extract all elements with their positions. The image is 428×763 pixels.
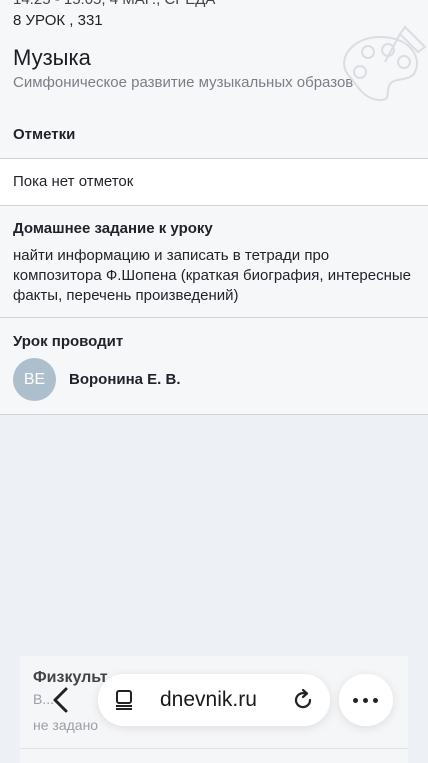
lesson-header: 14:25 - 15:05, 4 МАР., СРЕДА 8 УРОК , 33…: [0, 0, 428, 112]
avatar[interactable]: ВЕ: [13, 358, 56, 401]
more-icon: [363, 698, 368, 703]
marks-empty-text: Пока нет отметок: [13, 173, 134, 190]
homework-section: Домашнее задание к уроку найти информаци…: [0, 206, 428, 318]
divider: [20, 748, 408, 749]
address-bar[interactable]: dnevnik.ru: [98, 674, 330, 726]
tabs-icon[interactable]: [112, 688, 136, 712]
more-icon: [353, 698, 358, 703]
url-text[interactable]: dnevnik.ru: [160, 688, 257, 712]
back-button[interactable]: [36, 674, 88, 726]
more-button[interactable]: [339, 674, 393, 726]
teacher-name[interactable]: Воронина Е. В.: [69, 371, 181, 388]
back-icon: [53, 687, 68, 713]
teacher-title: Урок проводит: [13, 333, 124, 350]
lesson-time: 14:25 - 15:05, 4 МАР., СРЕДА: [13, 0, 215, 8]
marks-empty-row: Пока нет отметок: [0, 159, 428, 206]
marks-title: Отметки: [13, 126, 76, 143]
homework-text: найти информацию и записать в тетради пр…: [13, 247, 412, 304]
lesson-number-room: 8 УРОК , 331: [13, 12, 103, 29]
teacher-section[interactable]: Урок проводит ВЕ Воронина Е. В.: [0, 318, 428, 415]
reload-icon[interactable]: [290, 687, 316, 713]
more-icon: [373, 698, 378, 703]
palette-icon: [343, 25, 427, 102]
subject-title: Музыка: [13, 45, 91, 70]
homework-title: Домашнее задание к уроку: [13, 220, 213, 237]
marks-section-header: Отметки: [0, 111, 428, 159]
lesson-topic: Симфоническое развитие музыкальных образ…: [13, 74, 354, 91]
